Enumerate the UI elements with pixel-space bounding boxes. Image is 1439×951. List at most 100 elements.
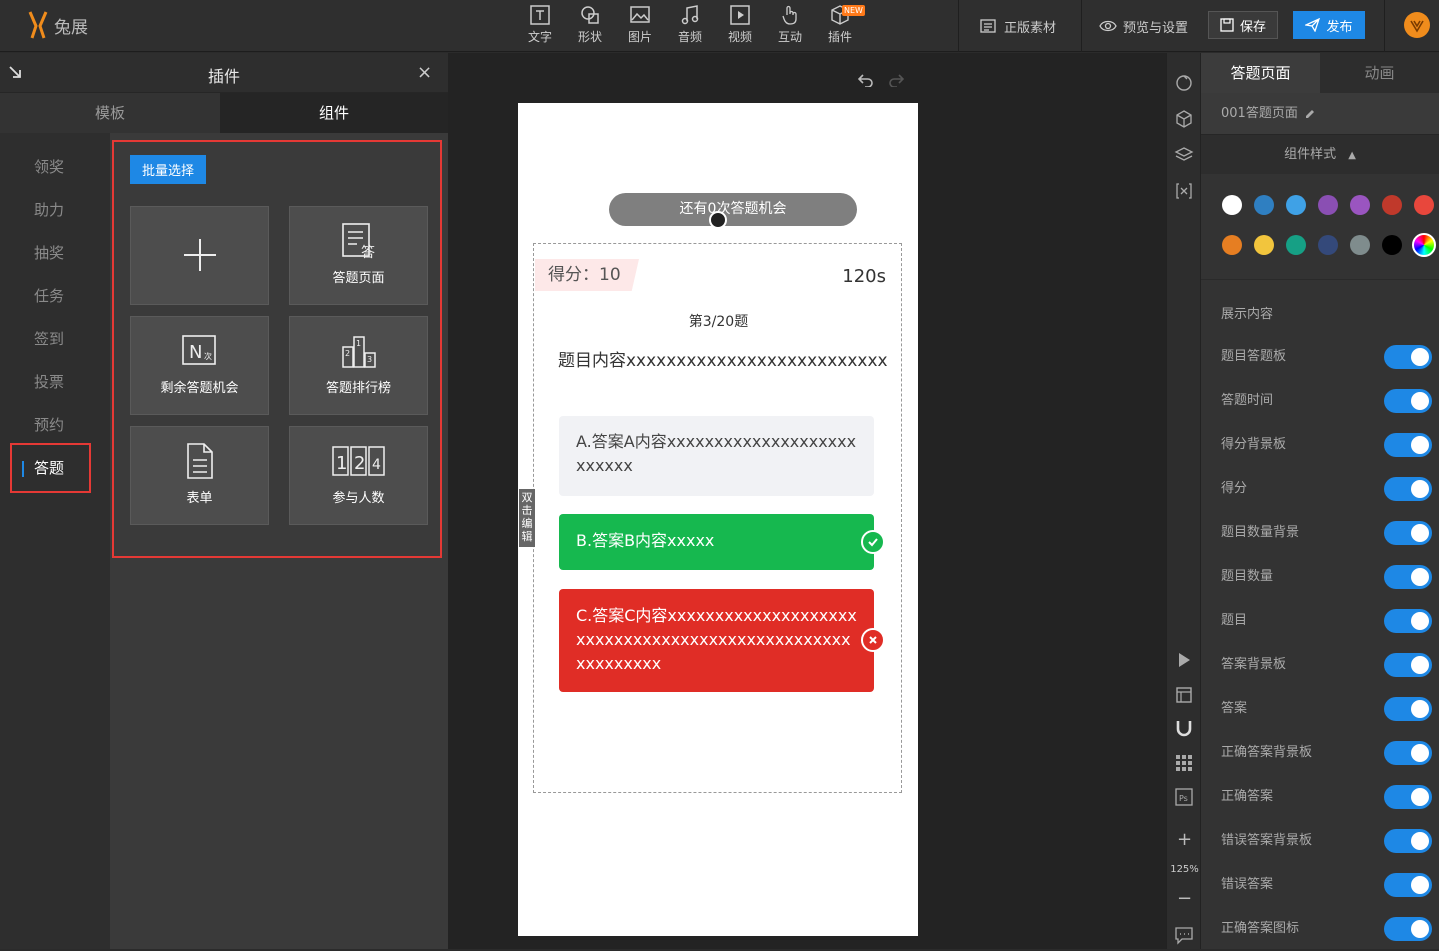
photoshop-icon[interactable]: Ps bbox=[1174, 787, 1194, 807]
pencil-icon[interactable] bbox=[1304, 108, 1316, 120]
tool-image[interactable]: 图片 bbox=[618, 4, 662, 45]
tool-video[interactable]: 视频 bbox=[718, 4, 762, 45]
color-swatch[interactable] bbox=[1382, 235, 1402, 255]
category-item[interactable]: 领奖 bbox=[0, 146, 110, 189]
category-item[interactable]: 任务 bbox=[0, 275, 110, 318]
color-swatch[interactable] bbox=[1254, 235, 1274, 255]
publish-button[interactable]: 发布 bbox=[1293, 11, 1365, 39]
toggle-switch[interactable] bbox=[1384, 873, 1432, 897]
divider bbox=[958, 0, 959, 52]
color-swatch[interactable] bbox=[1222, 235, 1242, 255]
color-swatch[interactable] bbox=[1222, 195, 1242, 215]
svg-text:2: 2 bbox=[354, 453, 365, 474]
answer-option-b[interactable]: B.答案B内容xxxxx bbox=[559, 514, 874, 570]
card-label: 剩余答题机会 bbox=[160, 381, 239, 396]
tab-animation[interactable]: 动画 bbox=[1320, 53, 1439, 93]
remaining-chances-card[interactable]: N次 剩余答题机会 bbox=[130, 316, 269, 415]
app-logo[interactable]: 兔展 bbox=[26, 10, 88, 40]
undo-icon[interactable] bbox=[858, 73, 874, 87]
chances-icon: N次 bbox=[181, 335, 216, 365]
toggle-switch[interactable] bbox=[1384, 389, 1432, 413]
color-swatch[interactable] bbox=[1286, 235, 1306, 255]
category-item[interactable]: 抽奖 bbox=[0, 232, 110, 275]
toggle-switch[interactable] bbox=[1384, 433, 1432, 457]
tab-answer-page[interactable]: 答题页面 bbox=[1201, 53, 1320, 93]
toggle-row: 错误答案 bbox=[1221, 863, 1436, 907]
participants-card[interactable]: 124 参与人数 bbox=[289, 426, 428, 525]
redo-icon[interactable] bbox=[888, 73, 904, 87]
page-name-row[interactable]: 001答题页面 bbox=[1201, 93, 1439, 134]
svg-text:答: 答 bbox=[361, 244, 375, 261]
properties-tabs: 答题页面 动画 bbox=[1201, 53, 1439, 93]
tool-plugin[interactable]: 插件 NEW bbox=[818, 4, 865, 45]
color-swatch[interactable] bbox=[1414, 195, 1434, 215]
card-label: 表单 bbox=[186, 491, 213, 506]
licensed-material-button[interactable]: 正版素材 bbox=[980, 12, 1056, 40]
double-click-edit-tab[interactable]: 双击编辑 bbox=[519, 489, 535, 547]
layers-icon[interactable] bbox=[1174, 145, 1194, 165]
counter-icon: 124 bbox=[331, 446, 385, 476]
tool-audio[interactable]: 音频 bbox=[668, 4, 712, 45]
close-icon[interactable]: × bbox=[417, 62, 432, 83]
color-swatch[interactable] bbox=[1318, 235, 1338, 255]
tool-shape[interactable]: 形状 bbox=[568, 4, 612, 45]
answer-page-card[interactable]: 答 答题页面 bbox=[289, 206, 428, 305]
toggle-switch[interactable] bbox=[1384, 521, 1432, 545]
add-component-card[interactable] bbox=[130, 206, 269, 305]
zoom-in-icon[interactable]: + bbox=[1167, 829, 1202, 850]
svg-text:1: 1 bbox=[336, 453, 347, 474]
color-swatch[interactable] bbox=[1350, 235, 1370, 255]
category-item[interactable]: 预约 bbox=[0, 404, 110, 447]
color-swatch[interactable] bbox=[1350, 195, 1370, 215]
frame-icon[interactable] bbox=[1174, 685, 1194, 705]
toggle-switch[interactable] bbox=[1384, 785, 1432, 809]
answer-page-component[interactable]: 得分：10 120s 第3/20题 题目内容xxxxxxxxxxxxxxxxxx… bbox=[533, 243, 902, 793]
toggle-switch[interactable] bbox=[1384, 697, 1432, 721]
play-icon[interactable] bbox=[1174, 650, 1194, 670]
refresh-cube-icon[interactable] bbox=[1174, 73, 1194, 93]
category-item[interactable]: 签到 bbox=[0, 318, 110, 361]
preview-settings-button[interactable]: 预览与设置 bbox=[1099, 12, 1188, 40]
phone-canvas[interactable]: 还有0次答题机会 得分：10 120s 第3/20题 题目内容xxxxxxxxx… bbox=[518, 103, 918, 936]
magnet-icon[interactable] bbox=[1174, 718, 1194, 738]
color-swatch[interactable] bbox=[1286, 195, 1306, 215]
component-style-header[interactable]: 组件样式 ▲ bbox=[1201, 134, 1439, 174]
comment-icon[interactable] bbox=[1174, 925, 1194, 945]
batch-select-button[interactable]: 批量选择 bbox=[130, 155, 206, 184]
answer-option-c[interactable]: C.答案C内容xxxxxxxxxxxxxxxxxxxxxxxxxxxxxxxxx… bbox=[559, 589, 874, 692]
grid-icon[interactable] bbox=[1174, 753, 1194, 773]
save-button[interactable]: 保存 bbox=[1208, 11, 1278, 39]
category-item[interactable]: 助力 bbox=[0, 189, 110, 232]
zoom-out-icon[interactable]: − bbox=[1167, 888, 1202, 909]
category-item[interactable]: 投票 bbox=[0, 361, 110, 404]
avatar[interactable] bbox=[1404, 12, 1430, 38]
question-text: 题目内容xxxxxxxxxxxxxxxxxxxxxxxxxx bbox=[558, 351, 888, 371]
cube-icon[interactable] bbox=[1174, 109, 1194, 129]
toggle-switch[interactable] bbox=[1384, 345, 1432, 369]
tab-templates[interactable]: 模板 bbox=[0, 93, 220, 133]
toggle-switch[interactable] bbox=[1384, 609, 1432, 633]
leaderboard-card[interactable]: 12 3 答题排行榜 bbox=[289, 316, 428, 415]
cross-icon bbox=[861, 628, 885, 652]
color-picker-icon[interactable] bbox=[1412, 233, 1436, 257]
tab-components[interactable]: 组件 bbox=[220, 93, 448, 133]
remaining-chances-pill[interactable]: 还有0次答题机会 bbox=[609, 193, 857, 226]
answer-option-a[interactable]: A.答案A内容xxxxxxxxxxxxxxxxxxxxxxxxxx bbox=[559, 416, 874, 496]
toggle-switch[interactable] bbox=[1384, 829, 1432, 853]
image-icon bbox=[630, 6, 650, 23]
toggle-row: 正确答案图标 bbox=[1221, 907, 1436, 951]
color-swatch[interactable] bbox=[1382, 195, 1402, 215]
color-swatch[interactable] bbox=[1254, 195, 1274, 215]
tool-text[interactable]: 文字 bbox=[518, 4, 562, 45]
toggle-switch[interactable] bbox=[1384, 917, 1432, 941]
variable-icon[interactable] bbox=[1174, 181, 1194, 201]
toggle-switch[interactable] bbox=[1384, 565, 1432, 589]
color-swatch[interactable] bbox=[1318, 195, 1338, 215]
rotate-handle-icon[interactable] bbox=[709, 211, 727, 229]
form-card[interactable]: 表单 bbox=[130, 426, 269, 525]
tool-interact[interactable]: 互动 bbox=[768, 4, 812, 45]
toggle-switch[interactable] bbox=[1384, 477, 1432, 501]
shape-icon bbox=[581, 6, 599, 24]
toggle-switch[interactable] bbox=[1384, 653, 1432, 677]
toggle-switch[interactable] bbox=[1384, 741, 1432, 765]
